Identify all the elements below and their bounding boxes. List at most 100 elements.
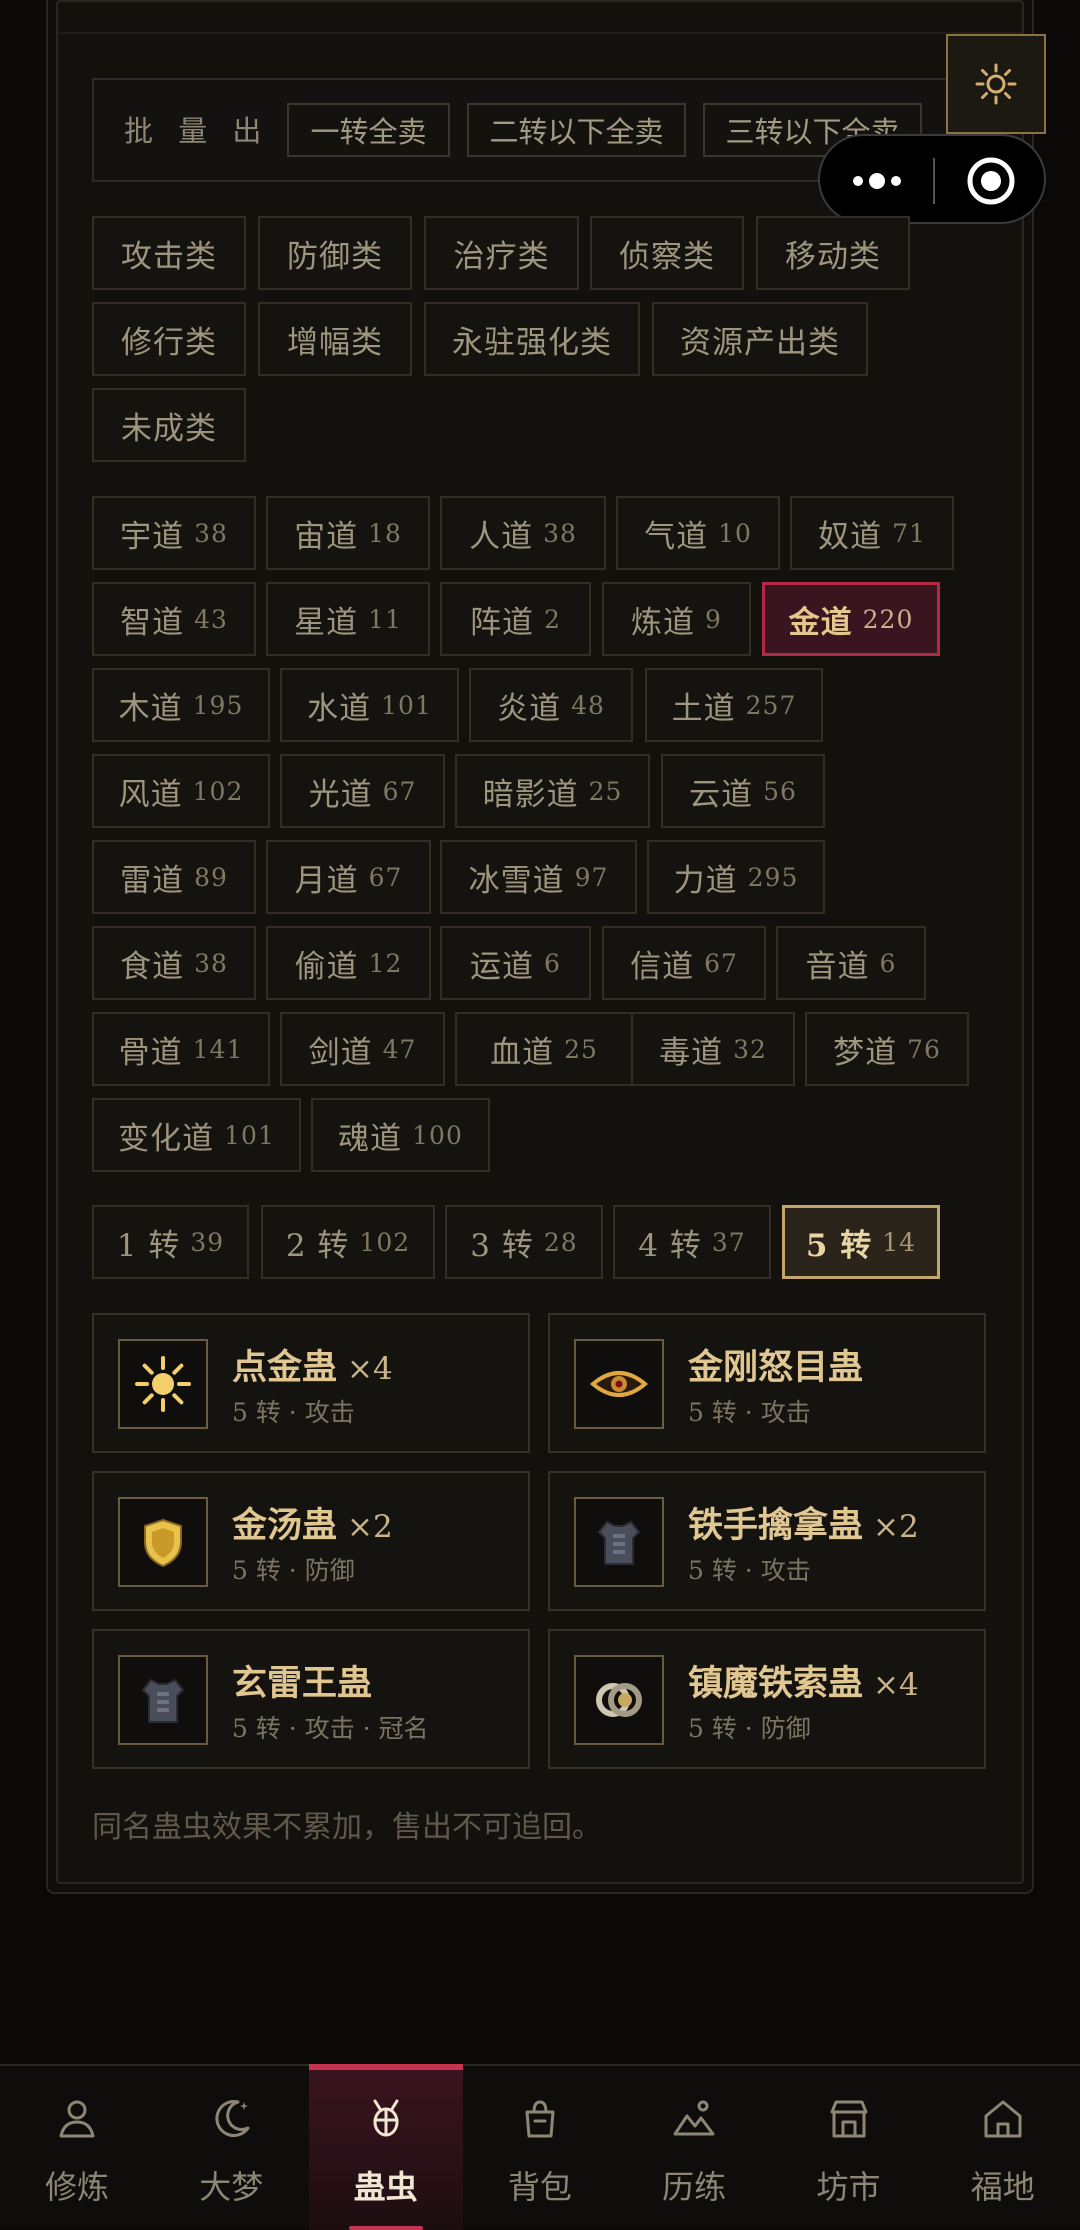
path-name: 雷道	[120, 862, 185, 899]
path-count: 257	[745, 690, 797, 720]
gu-qty: ×4	[347, 1351, 393, 1387]
path-button[interactable]: 气道 10	[616, 496, 780, 570]
category-button[interactable]: 资源产出类	[652, 302, 868, 376]
path-button[interactable]: 食道 38	[92, 926, 256, 1000]
path-button[interactable]: 暗影道 25	[455, 754, 650, 828]
path-button[interactable]: 月道 67	[266, 840, 431, 914]
path-button[interactable]: 智道 43	[92, 582, 256, 656]
path-name: 月道	[294, 862, 359, 899]
nav-item[interactable]: 福地	[926, 2066, 1080, 2230]
gu-name: 金刚怒目蛊	[688, 1339, 863, 1390]
gu-name: 金汤蛊 ×2	[232, 1497, 393, 1548]
path-button[interactable]: 炼道 9	[602, 582, 751, 656]
path-button[interactable]: 人道 38	[440, 496, 606, 570]
rank-tab[interactable]: 4 转 37	[613, 1205, 771, 1279]
path-button[interactable]: 木道 195	[92, 668, 270, 742]
nav-label: 历练	[662, 2168, 727, 2206]
settings-button[interactable]	[946, 34, 1046, 134]
category-button[interactable]: 移动类	[756, 216, 910, 290]
sell-rank2-below-button[interactable]: 二转以下全卖	[467, 103, 686, 157]
path-button[interactable]: 雷道 89	[92, 840, 256, 914]
close-miniapp-icon[interactable]	[966, 156, 1016, 206]
gu-card[interactable]: 玄雷王蛊 5 转 · 攻击 · 冠名	[92, 1629, 530, 1769]
nav-item[interactable]: 修炼	[0, 2066, 154, 2230]
path-button[interactable]: 土道 257	[645, 668, 823, 742]
gu-icon-box	[118, 1339, 208, 1429]
path-button[interactable]: 水道 101	[280, 668, 459, 742]
more-icon[interactable]	[850, 166, 904, 196]
path-button[interactable]: 剑道 47	[280, 1012, 445, 1086]
rank-tab[interactable]: 3 转 28	[445, 1205, 603, 1279]
sell-rank1-button[interactable]: 一转全卖	[287, 103, 450, 157]
path-button[interactable]: 光道 67	[280, 754, 445, 828]
gu-subtitle: 5 转 · 攻击	[688, 1398, 811, 1427]
path-name: 水道	[307, 690, 372, 727]
category-button[interactable]: 防御类	[258, 216, 412, 290]
category-button[interactable]: 修行类	[92, 302, 246, 376]
path-count: 25	[588, 776, 623, 806]
path-name: 星道	[294, 604, 359, 641]
nav-item[interactable]: 大梦	[154, 2066, 308, 2230]
gu-card[interactable]: 金刚怒目蛊 5 转 · 攻击	[548, 1313, 986, 1453]
path-button[interactable]: 音道 6	[776, 926, 926, 1000]
path-button[interactable]: 血道 25	[455, 1012, 633, 1086]
gu-icon-box	[574, 1497, 664, 1587]
nav-item[interactable]: 历练	[617, 2066, 771, 2230]
path-count: 12	[368, 948, 403, 978]
rank-name: 2 转	[285, 1227, 350, 1264]
rank-tab[interactable]: 5 转 14	[782, 1205, 940, 1279]
path-name: 食道	[120, 948, 185, 985]
path-button[interactable]: 金道 220	[762, 582, 940, 656]
gu-qty: ×2	[873, 1509, 919, 1545]
path-name: 血道	[490, 1034, 555, 1071]
path-button[interactable]: 变化道 101	[92, 1098, 301, 1172]
sun-icon	[135, 1356, 191, 1412]
path-button[interactable]: 运道 6	[440, 926, 591, 1000]
path-button[interactable]: 偷道 12	[266, 926, 431, 1000]
nav-item[interactable]: 坊市	[772, 2066, 926, 2230]
path-button[interactable]: 星道 11	[266, 582, 430, 656]
path-button[interactable]: 阵道 2	[440, 582, 591, 656]
path-button[interactable]: 宇道 38	[92, 496, 256, 570]
path-name: 宙道	[294, 518, 359, 555]
rank-name: 3 转	[470, 1227, 534, 1264]
gu-card[interactable]: 点金蛊 ×4 5 转 · 攻击	[92, 1313, 530, 1453]
category-button[interactable]: 永驻强化类	[424, 302, 640, 376]
path-button[interactable]: 魂道 100	[311, 1098, 490, 1172]
path-name: 人道	[469, 518, 534, 555]
category-button[interactable]: 侦察类	[590, 216, 744, 290]
path-name: 炎道	[497, 690, 562, 727]
path-name: 金道	[788, 604, 853, 641]
rank-tab[interactable]: 2 转 102	[261, 1205, 435, 1279]
gu-card[interactable]: 镇魔铁索蛊 ×4 5 转 · 防御	[548, 1629, 986, 1769]
path-button[interactable]: 风道 102	[92, 754, 270, 828]
category-button[interactable]: 攻击类	[92, 216, 246, 290]
category-button[interactable]: 治疗类	[424, 216, 579, 290]
path-name: 土道	[671, 690, 736, 727]
rank-tab[interactable]: 1 转 39	[92, 1205, 249, 1279]
gu-card[interactable]: 铁手擒拿蛊 ×2 5 转 · 攻击	[548, 1471, 986, 1611]
path-button[interactable]: 梦道 76	[805, 1012, 969, 1086]
category-button[interactable]: 未成类	[92, 388, 246, 462]
path-count: 97	[574, 862, 609, 892]
path-button[interactable]: 信道 67	[602, 926, 766, 1000]
path-button[interactable]: 炎道 48	[469, 668, 633, 742]
person-icon	[59, 2100, 95, 2138]
path-count: 295	[747, 862, 799, 892]
path-button[interactable]: 云道 56	[661, 754, 825, 828]
path-button[interactable]: 宙道 18	[266, 496, 430, 570]
nav-item[interactable]: 背包	[463, 2066, 617, 2230]
nav-item[interactable]: 蛊虫	[308, 2064, 463, 2230]
gu-card[interactable]: 金汤蛊 ×2 5 转 · 防御	[92, 1471, 530, 1611]
path-button[interactable]: 奴道 71	[790, 496, 954, 570]
armor-icon	[141, 1678, 185, 1723]
path-button[interactable]: 骨道 141	[92, 1012, 270, 1086]
path-button[interactable]: 冰雪道 97	[440, 840, 637, 914]
path-name: 剑道	[308, 1034, 373, 1071]
path-button[interactable]: 毒道 32	[631, 1012, 795, 1086]
path-name: 炼道	[631, 604, 696, 641]
path-button[interactable]: 力道 295	[647, 840, 825, 914]
armor-icon	[597, 1520, 641, 1565]
path-count: 89	[194, 862, 228, 892]
category-button[interactable]: 增幅类	[258, 302, 412, 376]
